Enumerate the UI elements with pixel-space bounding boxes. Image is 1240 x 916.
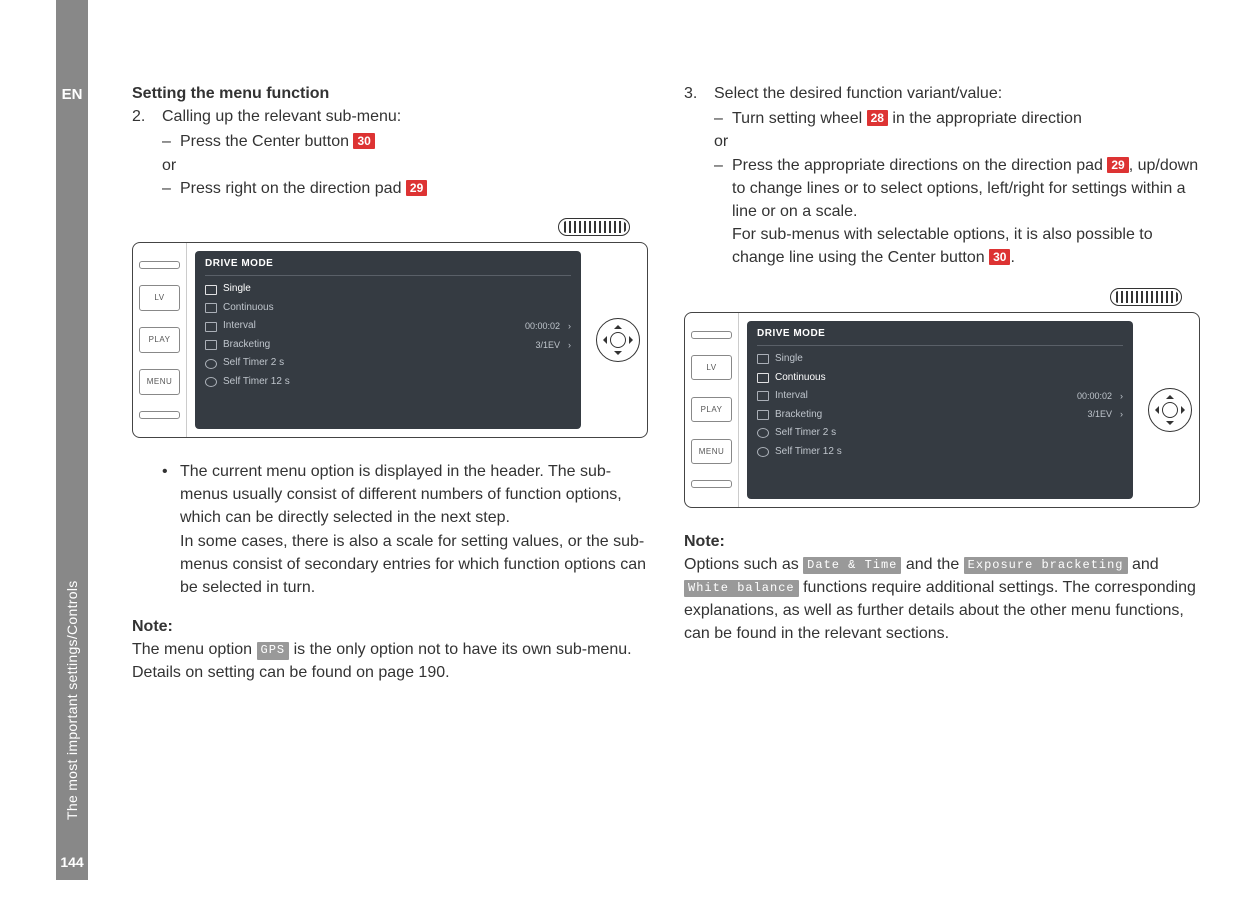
screen-row: Single [757, 350, 1123, 369]
menu-option-chip: Exposure bracketing [964, 557, 1128, 574]
section-title: The most important settings/Controls [64, 130, 80, 820]
screen-title: DRIVE MODE [757, 327, 1123, 347]
row-label: Continuous [775, 371, 826, 386]
screen-title: DRIVE MODE [205, 257, 571, 277]
screen-row: Single [205, 280, 571, 299]
row-label: Self Timer 2 s [223, 356, 284, 371]
side-button-play: PLAY [139, 327, 180, 353]
side-buttons: LV PLAY MENU [685, 313, 739, 507]
screen-row: Continuous [205, 299, 571, 318]
setting-wheel-icon [1110, 288, 1182, 306]
side-button-blank [691, 331, 732, 339]
screen-row: Self Timer 2 s [757, 424, 1123, 443]
sub-step: Turn setting wheel 28 in the appropriate… [732, 107, 1082, 130]
row-label: Bracketing [223, 338, 270, 353]
row-icon [205, 359, 217, 369]
screen-row: Interval 00:00:02 [757, 387, 1123, 406]
ref-badge: 29 [406, 180, 427, 196]
column-left: Setting the menu function 2. Calling up … [132, 82, 648, 876]
row-icon [757, 428, 769, 438]
row-label: Single [223, 282, 251, 297]
row-icon [757, 354, 769, 364]
page-number: 144 [60, 854, 83, 870]
side-button-play: PLAY [691, 397, 732, 423]
row-label: Self Timer 12 s [223, 375, 290, 390]
ref-badge: 30 [989, 249, 1010, 265]
screen-row: Continuous [757, 369, 1123, 388]
camera-figure: LV PLAY MENU DRIVE MODE Single Continuou… [132, 218, 648, 442]
menu-option-chip: GPS [257, 642, 290, 659]
row-label: Self Timer 12 s [775, 445, 842, 460]
row-icon [205, 322, 217, 332]
ref-badge: 29 [1107, 157, 1128, 173]
row-icon [205, 303, 217, 313]
camera-screen: DRIVE MODE Single Continuous Interval 00… [747, 321, 1133, 499]
side-buttons: LV PLAY MENU [133, 243, 187, 437]
screen-row: Self Timer 2 s [205, 354, 571, 373]
row-label: Self Timer 2 s [775, 426, 836, 441]
camera-screen: DRIVE MODE Single Continuous Interval 00… [195, 251, 581, 429]
side-button-blank [139, 261, 180, 269]
camera-body: LV PLAY MENU DRIVE MODE Single Continuou… [132, 242, 648, 438]
screen-row: Self Timer 12 s [757, 443, 1123, 462]
language-code: EN [62, 86, 83, 103]
note-text: Options such as Date & Time and the Expo… [684, 553, 1200, 646]
ref-badge: 30 [353, 133, 374, 149]
step-text: Select the desired function variant/valu… [714, 82, 1002, 105]
row-label: Single [775, 352, 803, 367]
screen-row: Bracketing 3/1EV [757, 406, 1123, 425]
row-icon [205, 285, 217, 295]
column-right: 3. Select the desired function variant/v… [684, 82, 1200, 876]
step-text: Calling up the relevant sub-menu: [162, 105, 401, 128]
row-icon [757, 373, 769, 383]
note-label: Note: [684, 533, 725, 550]
direction-pad-icon [1148, 388, 1192, 432]
row-label: Interval [775, 389, 808, 404]
screen-row: Interval 00:00:02 [205, 317, 571, 336]
row-label: Bracketing [775, 408, 822, 423]
page-content: Setting the menu function 2. Calling up … [132, 82, 1200, 876]
camera-body: LV PLAY MENU DRIVE MODE Single Continuou… [684, 312, 1200, 508]
row-icon [757, 391, 769, 401]
ref-badge: 28 [867, 110, 888, 126]
camera-figure: LV PLAY MENU DRIVE MODE Single Continuou… [684, 288, 1200, 512]
side-button-lv: LV [139, 285, 180, 311]
menu-option-chip: Date & Time [803, 557, 901, 574]
row-icon [205, 377, 217, 387]
step-number: 3. [684, 82, 700, 105]
sub-step: Press the Center button 30 [180, 130, 375, 153]
row-label: Continuous [223, 301, 274, 316]
screen-row: Self Timer 12 s [205, 373, 571, 392]
screen-row: Bracketing 3/1EV [205, 336, 571, 355]
row-icon [757, 447, 769, 457]
side-tab: EN The most important settings/Controls … [56, 0, 88, 880]
or-label: or [162, 154, 648, 177]
side-button-menu: MENU [691, 439, 732, 465]
side-button-menu: MENU [139, 369, 180, 395]
sub-step: Press the appropriate directions on the … [732, 154, 1200, 270]
step-number: 2. [132, 105, 148, 128]
menu-option-chip: White balance [684, 580, 799, 597]
row-icon [757, 410, 769, 420]
side-button-blank [139, 411, 180, 419]
note-label: Note: [132, 618, 173, 635]
sub-step: Press right on the direction pad 29 [180, 177, 427, 200]
direction-pad-area [1141, 313, 1199, 507]
row-label: Interval [223, 319, 256, 334]
side-button-lv: LV [691, 355, 732, 381]
or-label: or [714, 130, 1200, 153]
direction-pad-area [589, 243, 647, 437]
row-icon [205, 340, 217, 350]
side-button-blank [691, 480, 732, 488]
setting-wheel-icon [558, 218, 630, 236]
bullet-text: The current menu option is displayed in … [180, 460, 648, 599]
bullet-marker: • [162, 460, 172, 599]
note-text: The menu option GPS is the only option n… [132, 638, 648, 684]
heading: Setting the menu function [132, 85, 329, 102]
direction-pad-icon [596, 318, 640, 362]
